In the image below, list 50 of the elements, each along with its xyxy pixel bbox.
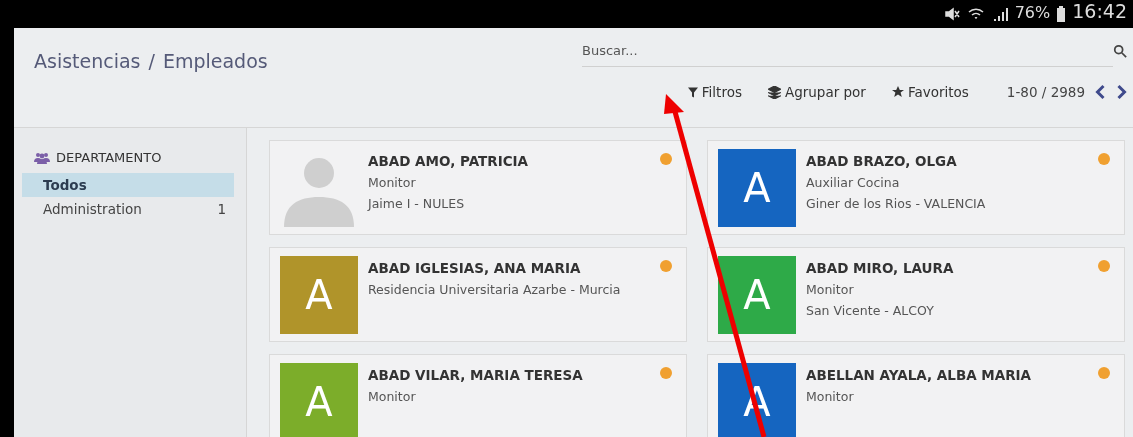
employee-detail: Monitor (806, 389, 855, 404)
employee-detail: Monitor (368, 175, 417, 190)
filters-button[interactable]: Filtros (679, 84, 750, 100)
employee-detail: Monitor (368, 389, 417, 404)
employee-name: ABAD MIRO, LAURA (806, 260, 955, 276)
previous-icon[interactable] (1095, 84, 1106, 100)
favorites-button[interactable]: Favoritos (883, 84, 977, 100)
star-icon (891, 86, 904, 98)
employee-detail: Auxiliar Cocina (806, 175, 901, 190)
mute-icon (942, 6, 961, 22)
employee-name: ABAD AMO, PATRICIA (368, 153, 530, 169)
avatar-letter: A (718, 149, 796, 227)
breadcrumb-current: Empleados (162, 50, 268, 74)
avatar-letter: A (718, 256, 796, 334)
wifi-icon (966, 6, 985, 22)
employee-detail: Monitor (806, 282, 855, 297)
employee-detail: San Vicente - ALCOY (806, 303, 935, 318)
department-label: Todos (43, 177, 87, 193)
layers-icon (767, 85, 781, 99)
battery-icon (1056, 6, 1067, 22)
employee-name: ABELLAN AYALA, ALBA MARIA (806, 367, 1033, 383)
people-icon (34, 151, 50, 164)
battery-percent: 76% (1014, 3, 1051, 22)
employee-name: ABAD VILAR, MARIA TERESA (368, 367, 584, 383)
department-label: Administration (43, 201, 142, 217)
employee-detail: Residencia Universitaria Azarbe - Murcia (368, 282, 622, 297)
employee-name: ABAD IGLESIAS, ANA MARIA (368, 260, 582, 276)
breadcrumb-link[interactable]: Asistencias (34, 50, 141, 127)
search-icon[interactable] (1113, 44, 1127, 58)
employee-card[interactable]: A ABAD BRAZO, OLGA Auxiliar Cocina Giner de los Rios - VALENCIA (707, 140, 1125, 235)
breadcrumb-separator: / (148, 50, 155, 74)
filter-icon (687, 86, 698, 98)
next-icon[interactable] (1116, 84, 1127, 100)
sidebar-title: DEPARTAMENTO (56, 150, 162, 165)
group-by-button[interactable]: Agrupar por (759, 84, 874, 100)
avatar-letter: A (280, 256, 358, 334)
department-count: 1 (217, 201, 226, 217)
employee-detail: Giner de los Rios - VALENCIA (806, 196, 987, 211)
employee-card[interactable]: ABAD AMO, PATRICIA Monitor Jaime I - NULES (269, 140, 687, 235)
employee-card[interactable]: A ABAD VILAR, MARIA TERESA Monitor (269, 354, 687, 437)
employee-detail: Jaime I - NULES (368, 196, 466, 211)
clock-time: 16:42 (1072, 0, 1127, 22)
pager-text: 1-80 / 2989 (1006, 84, 1085, 100)
employee-name: ABAD BRAZO, OLGA (806, 153, 958, 169)
department-item[interactable]: Administration 1 (22, 197, 234, 221)
department-item[interactable]: Todos (22, 173, 234, 197)
employee-card[interactable]: A ABAD MIRO, LAURA Monitor San Vicente - ALCOY (707, 247, 1125, 342)
search-field[interactable]: Buscar... (582, 35, 1113, 67)
avatar-letter: A (280, 363, 358, 437)
employee-card[interactable]: A ABAD IGLESIAS, ANA MARIA Residencia Universitaria Azarbe - Murcia (269, 247, 687, 342)
